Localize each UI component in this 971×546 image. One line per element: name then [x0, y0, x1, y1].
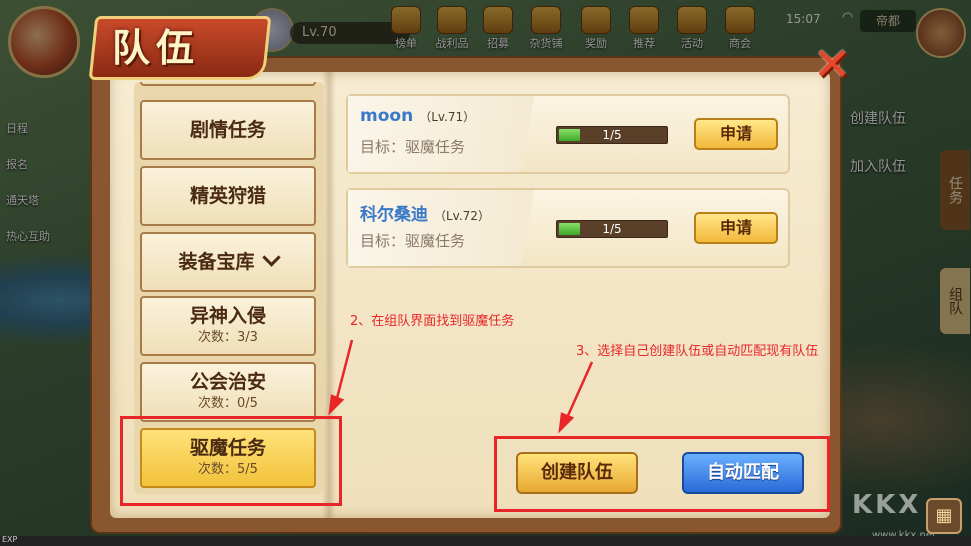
- highlight-action-buttons: [494, 436, 830, 512]
- team-leader-name: 科尔桑迪: [360, 205, 428, 225]
- category-guild-security[interactable]: 公会治安 次数：0/5: [140, 362, 316, 422]
- panel-title: 队伍: [112, 26, 201, 70]
- team-goal: 目标：驱魔任务: [360, 138, 466, 156]
- team-leader-name: moon: [360, 106, 414, 126]
- category-alien-invasion[interactable]: 异神入侵 次数：3/3: [140, 296, 316, 356]
- team-level: （Lv.72）: [434, 209, 490, 223]
- team-member-progress: 1/5: [556, 126, 668, 144]
- experience-bar: EXP: [0, 535, 971, 546]
- chevron-down-icon: [261, 248, 281, 267]
- team-row: moon （Lv.71） 目标：驱魔任务 1/5 申请: [346, 94, 790, 174]
- annotation-step3: 3、选择自己创建队伍或自动匹配现有队伍: [576, 344, 819, 359]
- team-row: 科尔桑迪 （Lv.72） 目标：驱魔任务 1/5 申请: [346, 188, 790, 268]
- category-elite-hunt[interactable]: 精英狩猎: [140, 166, 316, 226]
- progress-text: 1/5: [602, 222, 622, 236]
- team-goal: 目标：驱魔任务: [360, 232, 466, 250]
- progress-text: 1/5: [602, 128, 622, 142]
- annotation-step2: 2、在组队界面找到驱魔任务: [350, 314, 515, 329]
- category-hidden-top[interactable]: [140, 82, 316, 86]
- apply-button[interactable]: 申请: [694, 212, 778, 244]
- grid-menu-icon[interactable]: ▦: [926, 498, 962, 534]
- category-equipment-vault[interactable]: 装备宝库: [140, 232, 316, 292]
- category-story[interactable]: 剧情任务: [140, 100, 316, 160]
- team-member-progress: 1/5: [556, 220, 668, 238]
- highlight-exorcism: [120, 416, 342, 506]
- apply-button[interactable]: 申请: [694, 118, 778, 150]
- close-icon[interactable]: ✕: [808, 40, 856, 88]
- team-level: （Lv.71）: [419, 110, 476, 124]
- watermark: KKX: [852, 490, 922, 520]
